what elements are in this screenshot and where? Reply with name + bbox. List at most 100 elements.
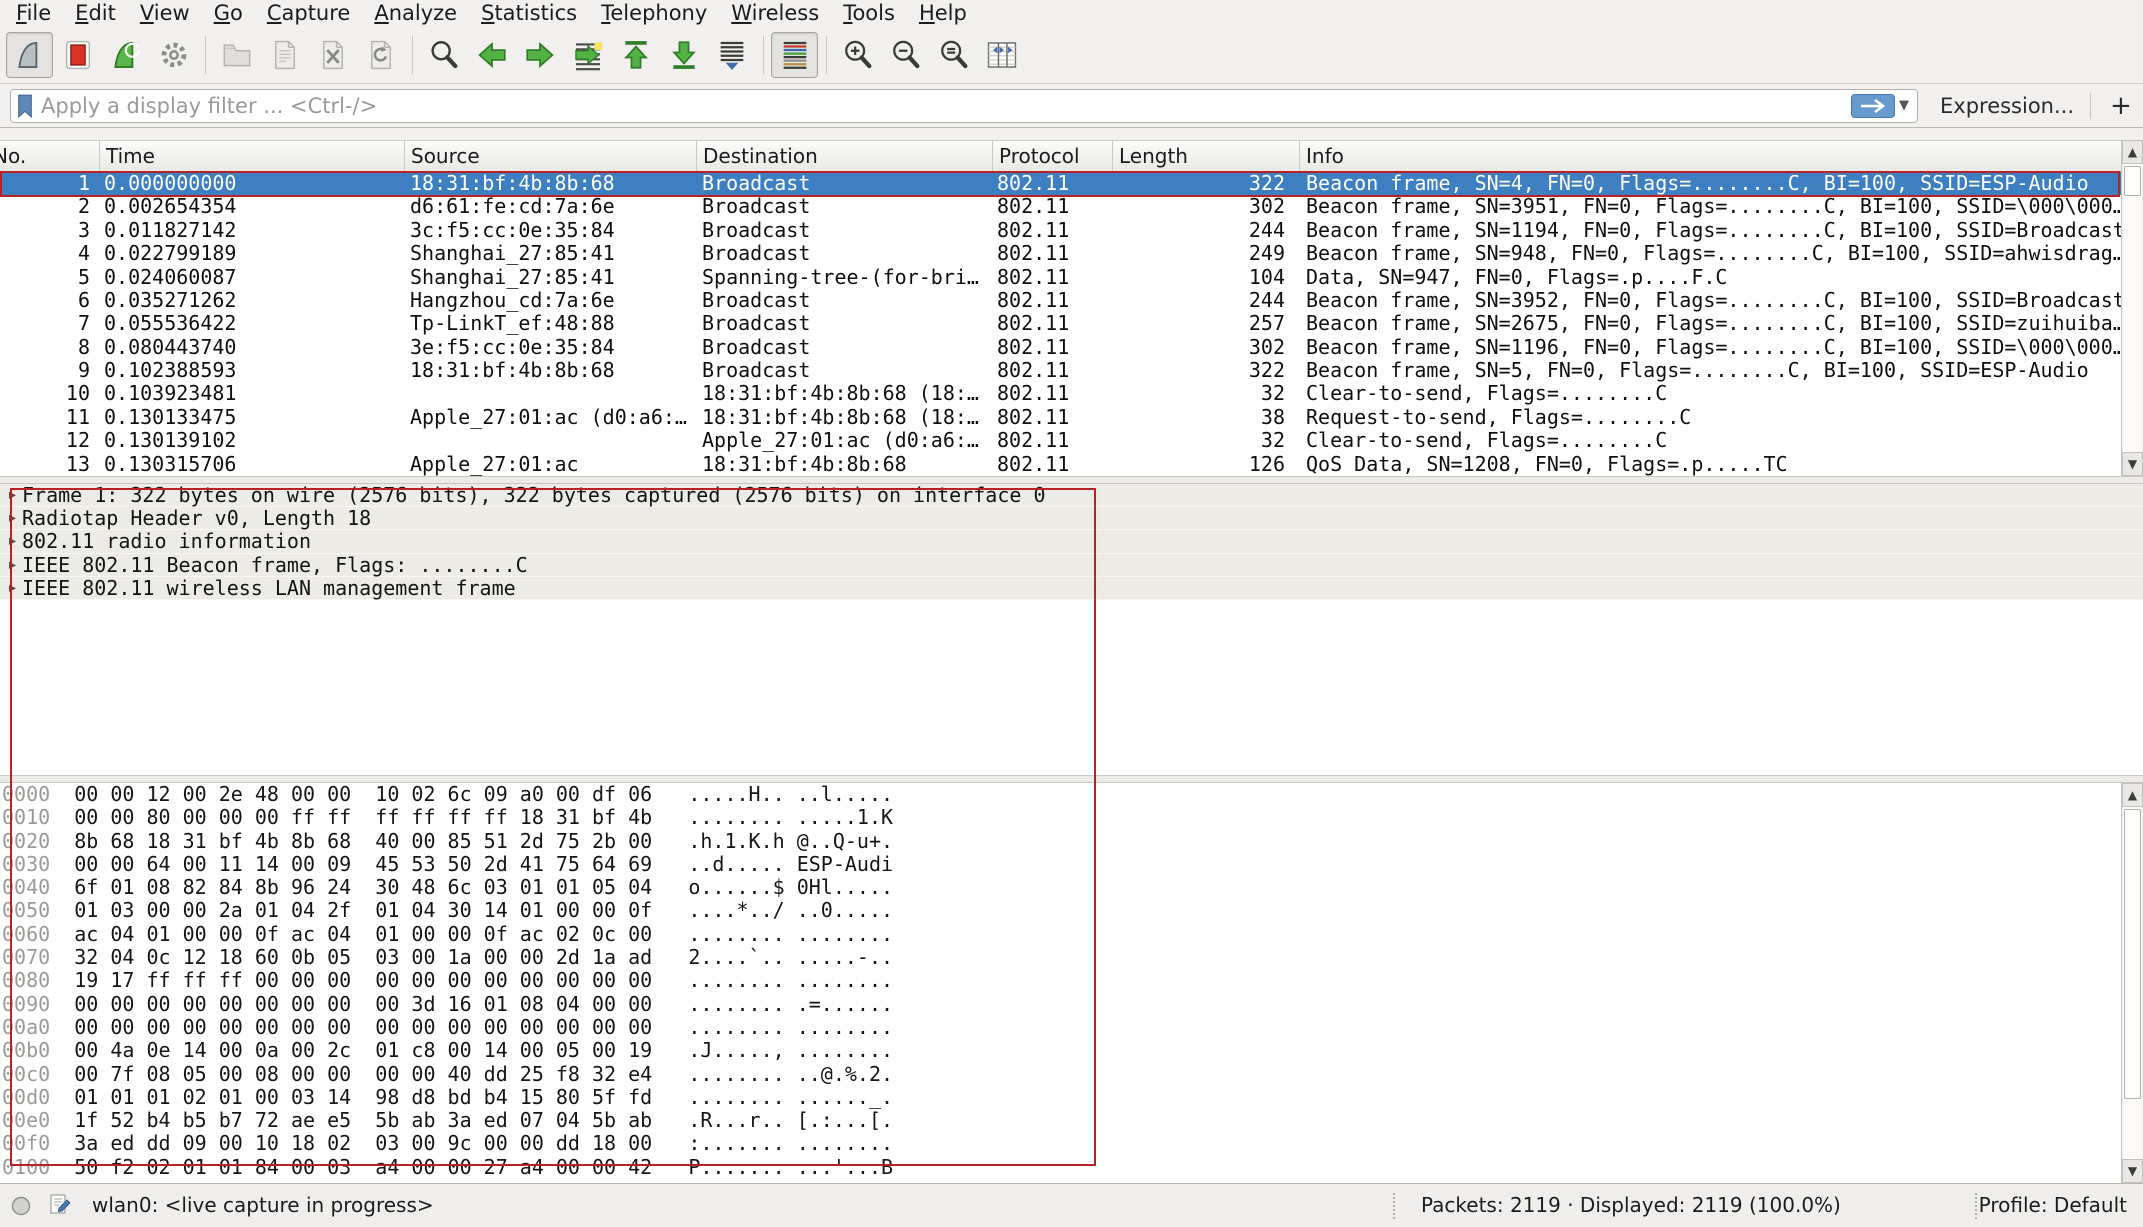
hex-row[interactable]: 0060 ac 04 01 00 00 0f ac 04 01 00 00 0f… bbox=[2, 923, 2121, 946]
hex-row[interactable]: 0010 00 00 80 00 00 00 ff ff ff ff ff ff… bbox=[2, 806, 2121, 829]
hex-row[interactable]: 0080 19 17 ff ff ff 00 00 00 00 00 00 00… bbox=[2, 969, 2121, 992]
hex-row[interactable]: 0030 00 00 64 00 11 14 00 09 45 53 50 2d… bbox=[2, 853, 2121, 876]
packet-detail-row[interactable]: ▸IEEE 802.11 Beacon frame, Flags: ......… bbox=[0, 554, 2143, 577]
add-filter-button[interactable]: + bbox=[2109, 91, 2133, 121]
expert-info-icon[interactable] bbox=[10, 1195, 32, 1222]
hex-row[interactable]: 00c0 00 7f 08 05 00 08 00 00 00 00 40 dd… bbox=[2, 1063, 2121, 1086]
packet-row[interactable]: 120.130139102Apple_27:01:ac (d0:a6:…802.… bbox=[0, 429, 2121, 452]
hex-row[interactable]: 0100 50 f2 02 01 01 84 00 03 a4 00 00 27… bbox=[2, 1156, 2121, 1179]
packet-row[interactable]: 70.055536422Tp-LinkT_ef:48:88Broadcast80… bbox=[0, 312, 2121, 335]
open-file-button[interactable] bbox=[213, 32, 260, 78]
go-last-button[interactable] bbox=[660, 32, 707, 78]
reload-file-button[interactable] bbox=[357, 32, 404, 78]
packet-detail-row[interactable]: ▸802.11 radio information bbox=[0, 530, 2143, 553]
colorize-button[interactable] bbox=[771, 32, 818, 78]
pane-splitter-top[interactable]: ······ bbox=[0, 476, 2143, 484]
menu-go[interactable]: Go bbox=[202, 0, 255, 26]
hex-row[interactable]: 0000 00 00 12 00 2e 48 00 00 10 02 6c 09… bbox=[2, 783, 2121, 806]
hex-pane-scrollbar[interactable]: ▲ ▼ bbox=[2121, 783, 2143, 1183]
packet-detail-row[interactable]: ▸IEEE 802.11 wireless LAN management fra… bbox=[0, 577, 2143, 600]
menu-wireless[interactable]: Wireless bbox=[719, 0, 831, 26]
hex-row[interactable]: 00b0 00 4a 0e 14 00 0a 00 2c 01 c8 00 14… bbox=[2, 1039, 2121, 1062]
scrollbar-thumb[interactable] bbox=[2124, 809, 2141, 1099]
display-filter-box[interactable]: ▼ bbox=[10, 89, 1918, 123]
go-first-button[interactable] bbox=[612, 32, 659, 78]
restart-capture-button[interactable] bbox=[102, 32, 149, 78]
zoom-reset-button[interactable] bbox=[930, 32, 977, 78]
packet-row[interactable]: 60.035271262Hangzhou_cd:7a:6eBroadcast80… bbox=[0, 289, 2121, 312]
scroll-up-icon[interactable]: ▲ bbox=[2122, 140, 2143, 164]
hex-row[interactable]: 00a0 00 00 00 00 00 00 00 00 00 00 00 00… bbox=[2, 1016, 2121, 1039]
expand-arrow-icon[interactable]: ▸ bbox=[0, 484, 22, 506]
hex-row[interactable]: 0040 6f 01 08 82 84 8b 96 24 30 48 6c 03… bbox=[2, 876, 2121, 899]
go-back-button[interactable] bbox=[468, 32, 515, 78]
column-header-destination[interactable]: Destination bbox=[697, 141, 993, 171]
menu-help[interactable]: Help bbox=[907, 0, 979, 26]
hex-row[interactable]: 00e0 1f 52 b4 b5 b7 72 ae e5 5b ab 3a ed… bbox=[2, 1109, 2121, 1132]
menu-telephony[interactable]: Telephony bbox=[589, 0, 719, 26]
packet-row[interactable]: 130.130315706Apple_27:01:ac18:31:bf:4b:8… bbox=[0, 453, 2121, 476]
column-header-source[interactable]: Source bbox=[405, 141, 697, 171]
menu-tools[interactable]: Tools bbox=[831, 0, 907, 26]
filter-dropdown-caret-icon[interactable]: ▼ bbox=[1899, 98, 1909, 113]
packet-row[interactable]: 20.002654354d6:61:fe:cd:7a:6eBroadcast80… bbox=[0, 195, 2121, 218]
expand-arrow-icon[interactable]: ▸ bbox=[0, 507, 22, 529]
scrollbar-track[interactable] bbox=[2123, 164, 2142, 452]
hex-row[interactable]: 0020 8b 68 18 31 bf 4b 8b 68 40 00 85 51… bbox=[2, 830, 2121, 853]
find-packet-button[interactable] bbox=[420, 32, 467, 78]
bookmark-icon[interactable] bbox=[17, 94, 33, 118]
column-header-info[interactable]: Info bbox=[1300, 141, 2121, 171]
expand-arrow-icon[interactable]: ▸ bbox=[0, 530, 22, 552]
menu-analyze[interactable]: Analyze bbox=[362, 0, 469, 26]
apply-filter-button[interactable] bbox=[1851, 94, 1895, 118]
hex-row[interactable]: 0090 00 00 00 00 00 00 00 00 00 3d 16 01… bbox=[2, 993, 2121, 1016]
packet-row[interactable]: 10.00000000018:31:bf:4b:8b:68Broadcast80… bbox=[0, 172, 2121, 195]
display-filter-input[interactable] bbox=[41, 94, 1851, 118]
packet-row[interactable]: 110.130133475Apple_27:01:ac (d0:a6:…18:3… bbox=[0, 406, 2121, 429]
packet-list-scrollbar[interactable]: ▲ ▼ bbox=[2121, 140, 2143, 476]
column-header-time[interactable]: Time bbox=[100, 141, 405, 171]
hex-row[interactable]: 0070 32 04 0c 12 18 60 0b 05 03 00 1a 00… bbox=[2, 946, 2121, 969]
menu-view[interactable]: View bbox=[128, 0, 202, 26]
start-capture-button[interactable] bbox=[6, 32, 53, 78]
menu-statistics[interactable]: Statistics bbox=[469, 0, 589, 26]
zoom-out-button[interactable] bbox=[882, 32, 929, 78]
hex-row[interactable]: 0050 01 03 00 00 2a 01 04 2f 01 04 30 14… bbox=[2, 899, 2121, 922]
scroll-down-icon[interactable]: ▼ bbox=[2122, 452, 2143, 476]
pane-splitter-bottom[interactable]: ······ bbox=[0, 775, 2143, 783]
hex-row[interactable]: 00d0 01 01 01 02 01 00 03 14 98 d8 bd b4… bbox=[2, 1086, 2121, 1109]
packet-row[interactable]: 80.0804437403e:f5:cc:0e:35:84Broadcast80… bbox=[0, 336, 2121, 359]
expand-arrow-icon[interactable]: ▸ bbox=[0, 577, 22, 599]
save-file-button[interactable] bbox=[261, 32, 308, 78]
auto-scroll-button[interactable] bbox=[708, 32, 755, 78]
packet-row[interactable]: 40.022799189Shanghai_27:85:41Broadcast80… bbox=[0, 242, 2121, 265]
hex-row[interactable]: 00f0 3a ed dd 09 00 10 18 02 03 00 9c 00… bbox=[2, 1132, 2121, 1155]
scrollbar-thumb[interactable] bbox=[2124, 166, 2141, 196]
scroll-up-icon[interactable]: ▲ bbox=[2122, 783, 2143, 807]
packet-detail-row[interactable]: ▸Radiotap Header v0, Length 18 bbox=[0, 507, 2143, 530]
menu-capture[interactable]: Capture bbox=[255, 0, 363, 26]
expression-button[interactable]: Expression... bbox=[1940, 94, 2074, 118]
go-to-packet-button[interactable] bbox=[564, 32, 611, 78]
capture-options-button[interactable] bbox=[150, 32, 197, 78]
stop-capture-button[interactable] bbox=[54, 32, 101, 78]
expand-arrow-icon[interactable]: ▸ bbox=[0, 554, 22, 576]
column-header-no[interactable]: No. bbox=[0, 141, 100, 171]
go-forward-button[interactable] bbox=[516, 32, 563, 78]
column-header-protocol[interactable]: Protocol bbox=[993, 141, 1113, 171]
profile-button[interactable]: Profile: Default bbox=[1979, 1193, 2127, 1217]
column-header-length[interactable]: Length bbox=[1113, 141, 1300, 171]
main-toolbar bbox=[0, 26, 2143, 84]
packet-row[interactable]: 50.024060087Shanghai_27:85:41Spanning-tr… bbox=[0, 266, 2121, 289]
packet-row[interactable]: 90.10238859318:31:bf:4b:8b:68Broadcast80… bbox=[0, 359, 2121, 382]
packet-detail-row[interactable]: ▸Frame 1: 322 bytes on wire (2576 bits),… bbox=[0, 484, 2143, 507]
close-file-button[interactable] bbox=[309, 32, 356, 78]
resize-columns-button[interactable] bbox=[978, 32, 1025, 78]
packet-row[interactable]: 30.0118271423c:f5:cc:0e:35:84Broadcast80… bbox=[0, 219, 2121, 242]
menu-edit[interactable]: Edit bbox=[63, 0, 128, 26]
menu-file[interactable]: File bbox=[4, 0, 63, 26]
packet-row[interactable]: 100.10392348118:31:bf:4b:8b:68 (18:…802.… bbox=[0, 382, 2121, 405]
scroll-down-icon[interactable]: ▼ bbox=[2122, 1159, 2143, 1183]
zoom-in-button[interactable] bbox=[834, 32, 881, 78]
capture-comment-icon[interactable] bbox=[48, 1193, 72, 1224]
